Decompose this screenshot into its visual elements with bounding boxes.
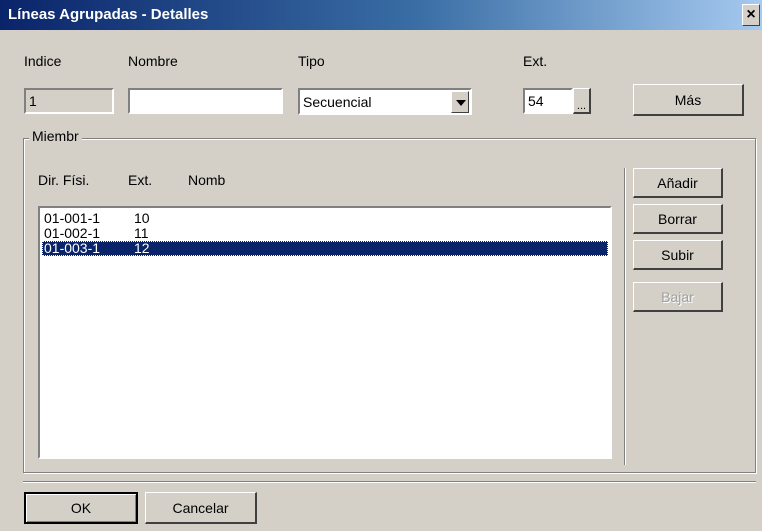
move-down-button[interactable]: Bajar xyxy=(633,282,723,312)
col-nomb-header: Nomb xyxy=(188,172,226,188)
ext-input[interactable]: 54 xyxy=(523,88,573,114)
delete-label: Borrar xyxy=(658,210,697,227)
move-down-label: Bajar xyxy=(661,288,694,305)
members-group-label: Miembr xyxy=(29,128,82,144)
row-dir: 01-002-1 xyxy=(44,225,101,241)
footer-divider xyxy=(23,481,756,483)
ext-browse-label: ... xyxy=(576,100,587,112)
col-dir-header: Dir. Físi. xyxy=(38,172,90,188)
cancel-label: Cancelar xyxy=(172,499,229,516)
nombre-input[interactable] xyxy=(128,88,283,114)
tipo-select[interactable]: Secuencial xyxy=(298,88,472,115)
nombre-label: Nombre xyxy=(128,53,178,69)
list-item[interactable]: 01-001-1 10 xyxy=(42,211,608,226)
ok-label: OK xyxy=(70,500,92,516)
mas-button[interactable]: Más xyxy=(633,84,744,116)
cancel-button[interactable]: Cancelar xyxy=(145,492,257,524)
ext-label: Ext. xyxy=(523,53,548,69)
mas-label: Más xyxy=(674,91,702,108)
tipo-label: Tipo xyxy=(298,53,325,69)
chevron-down-icon[interactable] xyxy=(451,91,469,113)
indice-label: Indice xyxy=(24,53,62,69)
row-ext: 10 xyxy=(134,210,150,226)
move-up-button[interactable]: Subir xyxy=(633,240,723,270)
add-label: Añadir xyxy=(657,174,698,191)
row-dir: 01-003-1 xyxy=(44,240,101,256)
list-item-selected[interactable]: 01-003-1 12 xyxy=(42,241,608,256)
divider xyxy=(624,168,626,465)
delete-button[interactable]: Borrar xyxy=(633,204,723,234)
row-ext: 12 xyxy=(134,240,150,256)
title-bar[interactable]: Líneas Agrupadas - Detalles × xyxy=(0,0,762,30)
col-ext-header: Ext. xyxy=(128,172,153,188)
ok-button[interactable]: OK xyxy=(24,492,138,524)
ext-browse-button[interactable]: ... xyxy=(573,88,591,114)
window-title: Líneas Agrupadas - Detalles xyxy=(8,6,209,23)
ext-value: 54 xyxy=(528,93,544,109)
close-icon[interactable]: × xyxy=(742,4,760,26)
row-ext: 11 xyxy=(134,225,149,241)
members-list[interactable]: 01-001-1 10 01-002-1 11 01-003-1 12 xyxy=(38,206,612,459)
tipo-value: Secuencial xyxy=(303,94,372,110)
indice-field: 1 xyxy=(24,88,114,114)
indice-value: 1 xyxy=(29,93,37,109)
list-item[interactable]: 01-002-1 11 xyxy=(42,226,608,241)
row-dir: 01-001-1 xyxy=(44,210,101,226)
move-up-label: Subir xyxy=(661,246,694,263)
add-button[interactable]: Añadir xyxy=(633,168,723,198)
